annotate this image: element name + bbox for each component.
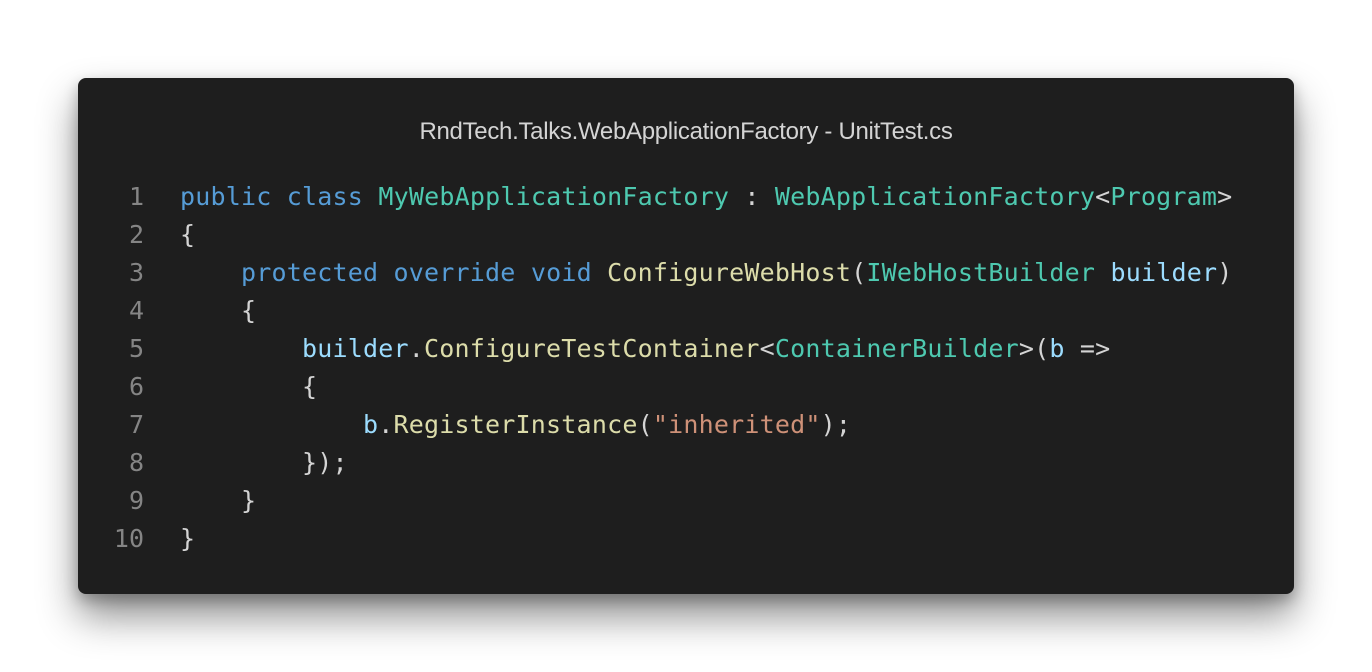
- code-token-kw: protected: [241, 258, 379, 287]
- code-token-punc: {: [180, 372, 318, 401]
- line-number: 8: [128, 448, 144, 477]
- code-line: 6 {: [78, 368, 1294, 406]
- code-token-punc: :: [729, 182, 775, 211]
- code-text: });: [180, 444, 348, 482]
- window-title: RndTech.Talks.WebApplicationFactory - Un…: [419, 118, 953, 145]
- code-text: {: [180, 216, 195, 254]
- code-token-punc: [272, 182, 287, 211]
- code-line: 8 });: [78, 444, 1294, 482]
- code-token-type: WebApplicationFactory: [774, 182, 1096, 211]
- code-text: public class MyWebApplicationFactory : W…: [180, 178, 1232, 216]
- code-text: {: [180, 292, 256, 330]
- code-token-punc: <: [1095, 182, 1111, 211]
- code-token-punc: }: [180, 486, 257, 515]
- code-window: RndTech.Talks.WebApplicationFactory - Un…: [78, 78, 1294, 594]
- code-token-punc: (: [851, 258, 867, 287]
- code-token-punc: [378, 258, 393, 287]
- code-token-punc: [592, 258, 607, 287]
- line-number: 4: [128, 296, 144, 325]
- code-token-punc: ): [1217, 258, 1233, 287]
- code-token-punc: <: [759, 334, 775, 363]
- line-number: 1: [128, 182, 144, 211]
- code-line: 3 protected override void ConfigureWebHo…: [78, 254, 1294, 292]
- code-token-punc: );: [820, 410, 852, 439]
- code-line: 9 }: [78, 482, 1294, 520]
- code-token-var: builder: [1110, 258, 1218, 287]
- code-token-punc: });: [180, 448, 348, 477]
- code-token-punc: {: [180, 296, 257, 325]
- line-number: 10: [113, 524, 144, 553]
- code-text: }: [180, 482, 256, 520]
- code-token-kw: void: [530, 258, 592, 287]
- code-token-var: b: [363, 410, 379, 439]
- code-token-punc: (: [637, 410, 653, 439]
- code-text: builder.ConfigureTestContainer<Container…: [180, 330, 1110, 368]
- code-token-punc: [180, 334, 302, 363]
- code-token-fn: ConfigureWebHost: [607, 258, 852, 287]
- code-line: 5 builder.ConfigureTestContainer<Contain…: [78, 330, 1294, 368]
- code-token-var: b: [1049, 334, 1065, 363]
- code-token-punc: [363, 182, 378, 211]
- code-token-str: "inherited": [652, 410, 821, 439]
- code-token-punc: .: [378, 410, 394, 439]
- code-token-punc: >: [1217, 182, 1233, 211]
- line-number: 3: [128, 258, 144, 287]
- code-text: protected override void ConfigureWebHost…: [180, 254, 1232, 292]
- code-token-punc: >(: [1018, 334, 1050, 363]
- code-text: }: [180, 520, 195, 558]
- code-token-var: builder: [302, 334, 409, 363]
- line-number: 5: [128, 334, 144, 363]
- code-token-punc: [180, 258, 241, 287]
- code-token-type: MyWebApplicationFactory: [378, 182, 730, 211]
- code-token-punc: [180, 410, 363, 439]
- line-number: 7: [128, 410, 144, 439]
- code-line: 7 b.RegisterInstance("inherited");: [78, 406, 1294, 444]
- code-token-punc: =>: [1064, 334, 1111, 363]
- code-token-fn: RegisterInstance: [393, 410, 638, 439]
- code-line: 4 {: [78, 292, 1294, 330]
- code-line: 10}: [78, 520, 1294, 558]
- code-token-punc: [516, 258, 531, 287]
- code-line: 1 public class MyWebApplicationFactory : …: [78, 178, 1294, 216]
- code-token-punc: .: [408, 334, 425, 363]
- code-token-type: ContainerBuilder: [774, 334, 1019, 363]
- code-token-punc: }: [180, 524, 196, 553]
- code-block: 1 public class MyWebApplicationFactory : …: [78, 178, 1294, 558]
- line-number: 9: [128, 486, 144, 515]
- code-token-type: Program: [1110, 182, 1218, 211]
- line-number: 6: [128, 372, 144, 401]
- code-token-punc: {: [180, 220, 196, 249]
- code-token-type: IWebHostBuilder: [866, 258, 1096, 287]
- code-line: 2{: [78, 216, 1294, 254]
- code-text: b.RegisterInstance("inherited");: [180, 406, 851, 444]
- code-token-punc: [1095, 258, 1110, 287]
- code-token-kw: class: [286, 182, 364, 211]
- code-token-fn: ConfigureTestContainer: [424, 334, 760, 363]
- code-token-kw: public: [180, 182, 272, 211]
- code-token-kw: override: [393, 258, 516, 287]
- line-number: 2: [128, 220, 144, 249]
- code-text: {: [180, 368, 317, 406]
